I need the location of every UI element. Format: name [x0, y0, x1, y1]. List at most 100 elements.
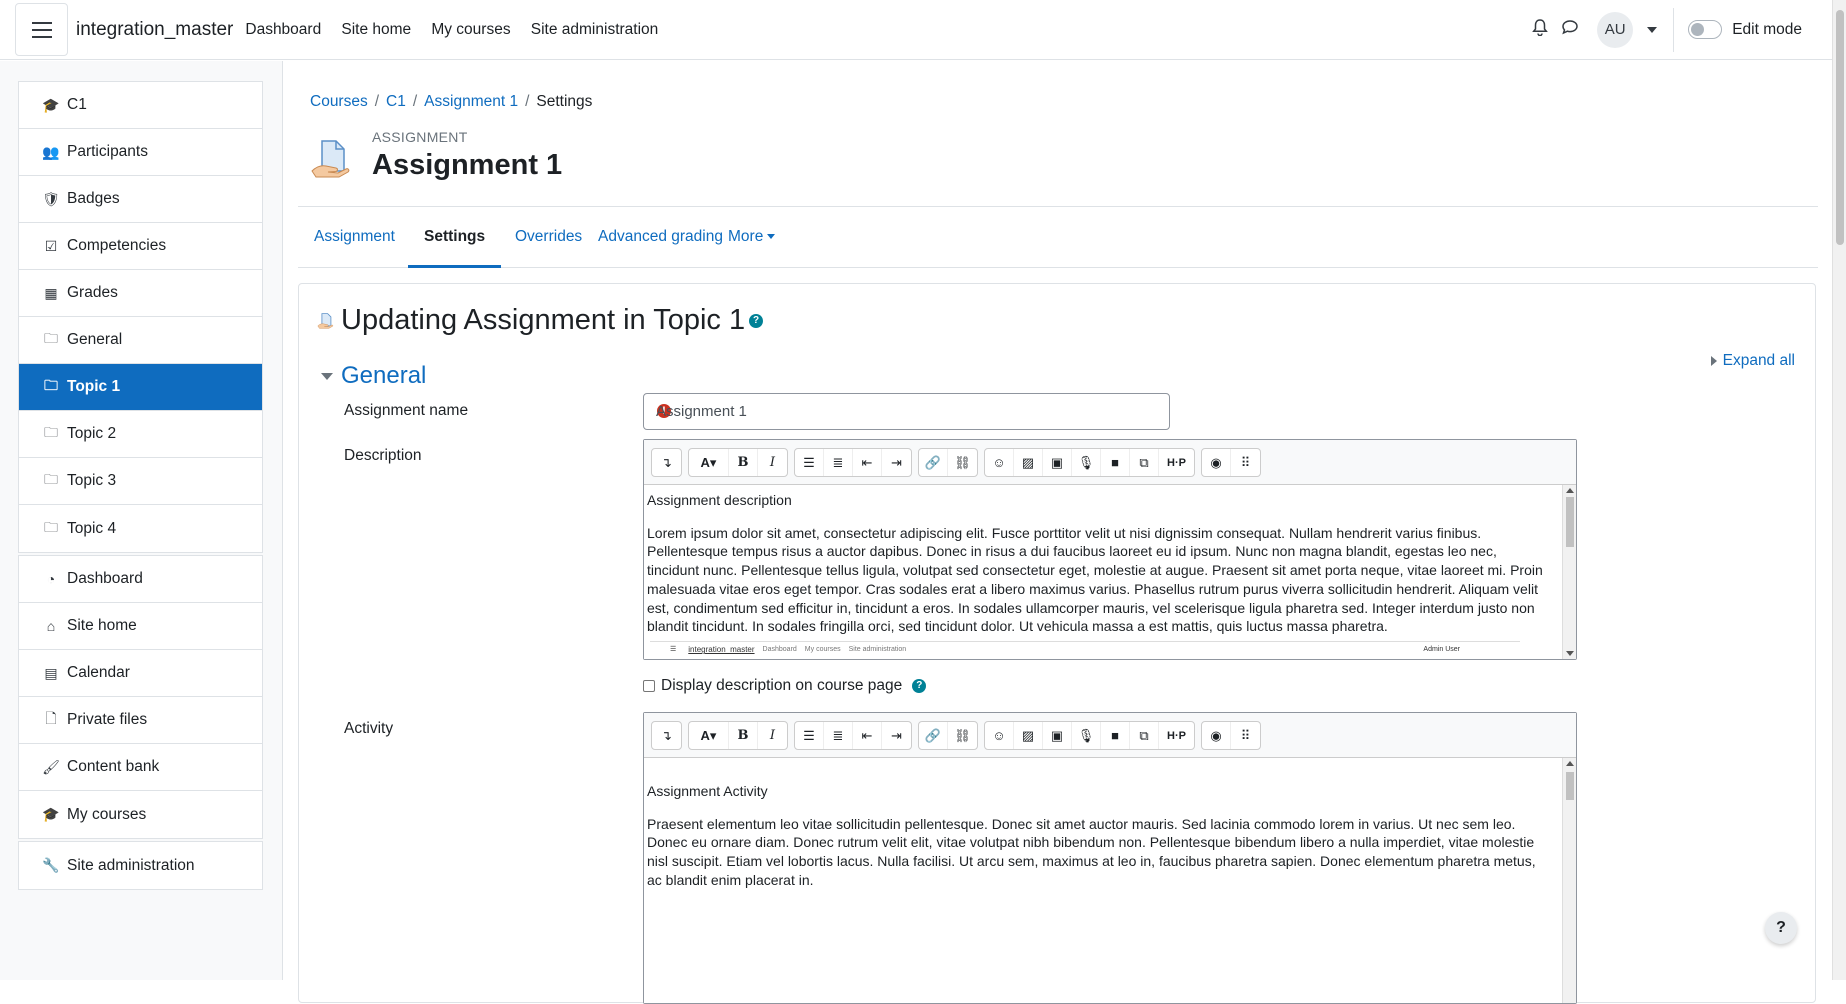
breadcrumb-c1[interactable]: C1	[386, 93, 406, 110]
bullet-list-icon[interactable]: ☰	[795, 722, 824, 749]
page-scrollbar-thumb[interactable]	[1836, 10, 1844, 245]
shield-icon: 🛡	[42, 190, 60, 207]
manage-files-icon[interactable]: ⧉	[1130, 722, 1159, 749]
calendar-icon: ▤	[44, 664, 58, 681]
nav-site-administration[interactable]: Site administration	[531, 21, 659, 38]
file-icon: 🗋	[45, 710, 57, 726]
indent-icon[interactable]: ⇥	[882, 449, 911, 476]
record-audio-icon[interactable]: 🎙	[1072, 722, 1101, 749]
page-scrollbar[interactable]	[1832, 0, 1846, 980]
scroll-down-icon[interactable]	[1566, 651, 1574, 656]
record-video-icon[interactable]: ■	[1101, 449, 1130, 476]
tab-settings[interactable]: Settings	[408, 207, 502, 268]
italic-icon[interactable]: I	[758, 449, 787, 476]
media-file-icon[interactable]: ▣	[1043, 449, 1072, 476]
outdent-icon[interactable]: ⇤	[853, 449, 882, 476]
bold-icon[interactable]: B	[729, 449, 758, 476]
emoji-icon[interactable]: ☺	[985, 722, 1014, 749]
unlink-icon[interactable]: ⛓	[948, 449, 977, 476]
display-description-checkbox[interactable]	[643, 680, 655, 692]
messages-icon[interactable]	[1555, 19, 1585, 40]
drawer-item-topic-4[interactable]: 🗀 Topic 4	[19, 505, 262, 552]
drawer-item-competencies[interactable]: ☑ Competencies	[19, 223, 262, 270]
font-style-icon[interactable]: A ▾	[689, 449, 729, 476]
scroll-up-icon[interactable]	[1566, 488, 1574, 493]
activity-scrollbar[interactable]	[1562, 758, 1576, 1003]
link-icon[interactable]: 🔗	[919, 449, 948, 476]
screenreader-helper-icon[interactable]: ⠿	[1231, 722, 1260, 749]
display-description-row: Display description on course page ?	[643, 677, 927, 695]
activity-heading: Assignment Activity	[647, 783, 768, 799]
hamburger-menu-button[interactable]	[15, 3, 68, 56]
drawer-item-topic-3[interactable]: 🗀 Topic 3	[19, 458, 262, 505]
drawer-item-topic-2[interactable]: 🗀 Topic 2	[19, 411, 262, 458]
image-icon[interactable]: ▨	[1014, 449, 1043, 476]
drawer-item-badges[interactable]: 🛡 Badges	[19, 176, 262, 223]
description-content[interactable]: Assignment description Lorem ipsum dolor…	[644, 485, 1576, 659]
drawer-item-general[interactable]: 🗀 General	[19, 317, 262, 364]
show-more-icon[interactable]: ↴	[652, 449, 681, 476]
graduation-cap-icon: 🎓	[42, 96, 60, 113]
section-general-toggle[interactable]: General	[321, 362, 426, 390]
tab-more[interactable]: More	[712, 207, 791, 268]
display-description-help-icon[interactable]: ?	[912, 679, 927, 693]
record-audio-icon[interactable]: 🎙	[1072, 449, 1101, 476]
h5p-icon[interactable]: H·P	[1159, 722, 1194, 749]
primary-nav: Dashboard Site home My courses Site admi…	[245, 21, 674, 39]
hamburger-icon	[31, 21, 52, 38]
accessibility-checker-icon[interactable]: ◉	[1202, 449, 1231, 476]
site-brand[interactable]: integration_master	[76, 19, 233, 41]
drawer-item-private-files[interactable]: 🗋 Private files	[19, 697, 262, 744]
assignment-name-input[interactable]: Assignment 1	[643, 393, 1170, 430]
notifications-bell-icon[interactable]	[1525, 18, 1555, 41]
screenreader-helper-icon[interactable]: ⠿	[1231, 449, 1260, 476]
bold-icon[interactable]: B	[729, 722, 758, 749]
display-description-label[interactable]: Display description on course page	[661, 677, 902, 695]
bullet-list-icon[interactable]: ☰	[795, 449, 824, 476]
media-file-icon[interactable]: ▣	[1043, 722, 1072, 749]
emoji-icon[interactable]: ☺	[985, 449, 1014, 476]
image-icon[interactable]: ▨	[1014, 722, 1043, 749]
drawer-item-topic-1[interactable]: 🗀 Topic 1	[19, 364, 262, 411]
drawer-item-my-courses[interactable]: 🎓 My courses	[19, 791, 262, 838]
drawer-item-participants[interactable]: 👥 Participants	[19, 129, 262, 176]
font-style-icon[interactable]: A ▾	[689, 722, 729, 749]
floating-help-button[interactable]: ?	[1765, 912, 1797, 944]
indent-icon[interactable]: ⇥	[882, 722, 911, 749]
user-avatar[interactable]: AU	[1597, 11, 1634, 48]
numbered-list-icon[interactable]: ≣	[824, 449, 853, 476]
accessibility-checker-icon[interactable]: ◉	[1202, 722, 1231, 749]
assignment-small-icon	[317, 312, 334, 329]
drawer-item-grades[interactable]: ▦ Grades	[19, 270, 262, 317]
user-menu-chevron-down-icon[interactable]	[1647, 26, 1658, 33]
drawer-item-calendar[interactable]: ▤ Calendar	[19, 650, 262, 697]
breadcrumb-courses[interactable]: Courses	[310, 93, 368, 110]
expand-all-link[interactable]: Expand all	[1710, 352, 1795, 370]
show-more-icon[interactable]: ↴	[652, 722, 681, 749]
assignment-module-icon	[311, 140, 350, 178]
embedded-screenshot: ☰ integration_master Dashboard My course…	[650, 641, 1520, 659]
h5p-icon[interactable]: H·P	[1159, 449, 1194, 476]
italic-icon[interactable]: I	[758, 722, 787, 749]
nav-site-home[interactable]: Site home	[341, 21, 411, 38]
activity-content[interactable]: Assignment Activity Praesent elementum l…	[644, 758, 1576, 1003]
drawer-item-content-bank[interactable]: 🖌 Content bank	[19, 744, 262, 791]
record-video-icon[interactable]: ■	[1101, 722, 1130, 749]
numbered-list-icon[interactable]: ≣	[824, 722, 853, 749]
edit-mode-toggle[interactable]	[1688, 20, 1723, 39]
breadcrumb-assignment-1[interactable]: Assignment 1	[424, 93, 518, 110]
drawer-item-site-administration[interactable]: 🔧 Site administration	[19, 842, 262, 889]
nav-my-courses[interactable]: My courses	[431, 21, 510, 38]
drawer-item-site-home[interactable]: ⌂ Site home	[19, 603, 262, 650]
tab-assignment[interactable]: Assignment	[298, 207, 411, 268]
form-help-icon[interactable]: ?	[749, 313, 764, 328]
manage-files-icon[interactable]: ⧉	[1130, 449, 1159, 476]
outdent-icon[interactable]: ⇤	[853, 722, 882, 749]
unlink-icon[interactable]: ⛓	[948, 722, 977, 749]
description-scrollbar[interactable]	[1562, 485, 1576, 659]
nav-dashboard[interactable]: Dashboard	[245, 21, 321, 38]
scroll-up-icon[interactable]	[1566, 761, 1574, 766]
drawer-item-dashboard[interactable]: ◔ Dashboard	[19, 556, 262, 603]
link-icon[interactable]: 🔗	[919, 722, 948, 749]
drawer-item-c1[interactable]: 🎓 C1	[19, 82, 262, 129]
